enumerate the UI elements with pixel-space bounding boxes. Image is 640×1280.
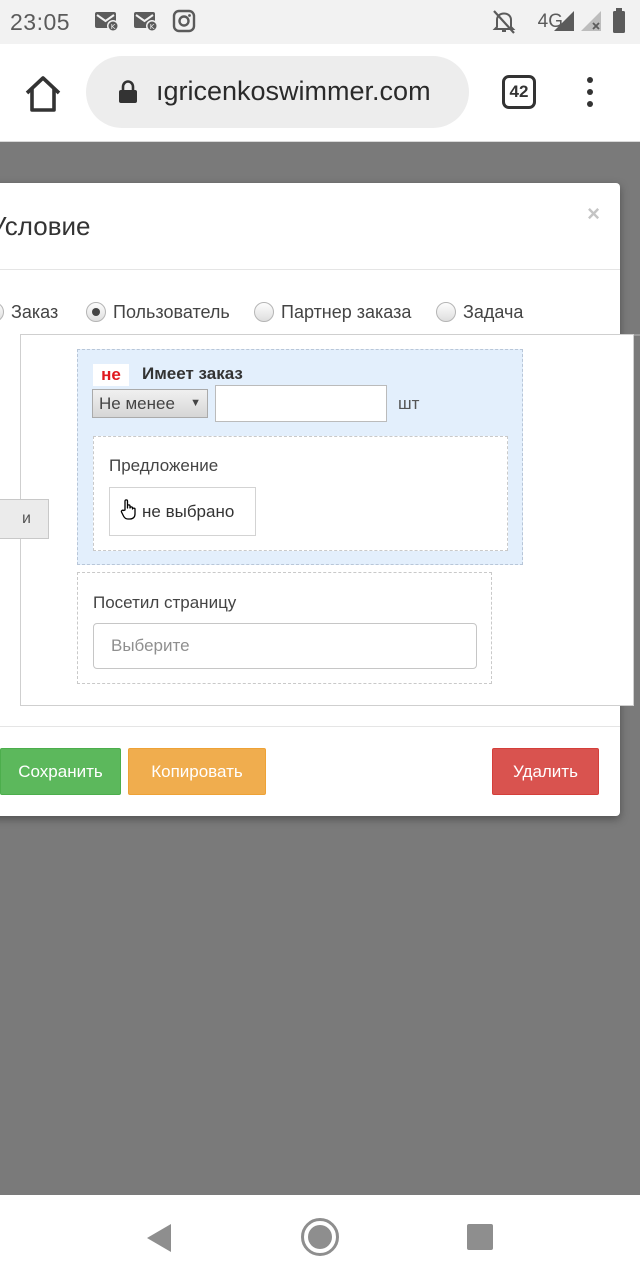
radio-order[interactable]: Заказ — [0, 297, 58, 327]
url-text: ıgricenkoswimmer.com — [156, 76, 431, 106]
comparator-value: Не менее — [99, 394, 175, 413]
radio-circle[interactable] — [0, 302, 4, 322]
negation-badge[interactable]: не — [93, 364, 129, 386]
radio-label: Пользователь — [113, 301, 230, 322]
quantity-input[interactable] — [215, 385, 387, 422]
radio-label: Партнер заказа — [281, 301, 412, 322]
offer-select-button[interactable]: не выбрано — [109, 487, 256, 536]
modal-title: Условие — [0, 211, 91, 241]
and-operator-button[interactable]: и — [0, 499, 49, 539]
offer-button-label: не выбрано — [142, 501, 235, 521]
radio-task[interactable]: Задача — [436, 297, 523, 327]
home-icon[interactable] — [22, 74, 64, 114]
back-icon[interactable] — [145, 1223, 173, 1258]
close-icon[interactable]: × — [587, 201, 600, 227]
offer-condition: Предложение не выбрано — [93, 436, 508, 551]
page-overlay: Условие × Заказ Пользователь Партнер зак… — [0, 142, 640, 1195]
modal-footer: Сохранить Копировать Удалить — [0, 726, 620, 816]
delete-button[interactable]: Удалить — [492, 748, 599, 795]
radio-circle[interactable] — [436, 302, 456, 322]
visited-page-label: Посетил страницу — [93, 593, 237, 612]
radio-circle-checked[interactable] — [86, 302, 106, 322]
tabs-icon[interactable]: 42 — [502, 75, 536, 109]
lock-icon — [118, 80, 138, 109]
modal-header: Условие × — [0, 183, 620, 270]
dropdown-arrow-icon: ▼ — [190, 397, 201, 409]
hand-pointer-icon — [120, 498, 138, 525]
radio-label: Заказ — [11, 301, 59, 322]
recent-apps-icon[interactable] — [467, 1224, 493, 1250]
offer-label: Предложение — [109, 456, 219, 475]
condition-modal: Условие × Заказ Пользователь Партнер зак… — [0, 183, 634, 816]
radio-label: Задача — [463, 301, 524, 322]
signal-icon — [553, 10, 575, 37]
signal-x-icon — [580, 10, 602, 37]
status-time: 23:05 — [10, 9, 71, 35]
mail-icon: K — [133, 9, 159, 38]
battery-icon — [612, 8, 626, 39]
copy-button[interactable]: Копировать — [128, 748, 266, 795]
radio-circle[interactable] — [254, 302, 274, 322]
mail-icon: K — [94, 9, 120, 38]
radio-order-partner[interactable]: Партнер заказа — [254, 297, 411, 327]
menu-icon[interactable] — [580, 74, 600, 110]
condition-type-radios: Заказ Пользователь Партнер заказа Задача — [0, 297, 620, 327]
status-bar: 23:05 K K 4G — [0, 0, 640, 44]
page-select-input[interactable]: Выберите — [93, 623, 477, 669]
bell-off-icon — [492, 9, 516, 40]
visited-page-condition: Посетил страницу Выберите — [77, 572, 492, 684]
svg-text:K: K — [150, 23, 155, 31]
browser-toolbar: ıgricenkoswimmer.com 42 — [0, 44, 640, 142]
home-circle-icon[interactable] — [300, 1217, 340, 1262]
has-order-condition[interactable]: не Имеет заказ Не менее ▼ шт Предложение… — [77, 349, 523, 565]
instagram-icon — [172, 9, 196, 38]
radio-user[interactable]: Пользователь — [86, 297, 230, 327]
save-button[interactable]: Сохранить — [0, 748, 121, 795]
comparator-select[interactable]: Не менее ▼ — [92, 389, 208, 418]
address-bar[interactable]: ıgricenkoswimmer.com — [86, 56, 469, 128]
system-nav-bar — [0, 1195, 640, 1280]
unit-label: шт — [398, 394, 420, 413]
svg-text:K: K — [111, 23, 116, 31]
condition-title: Имеет заказ — [142, 364, 243, 383]
